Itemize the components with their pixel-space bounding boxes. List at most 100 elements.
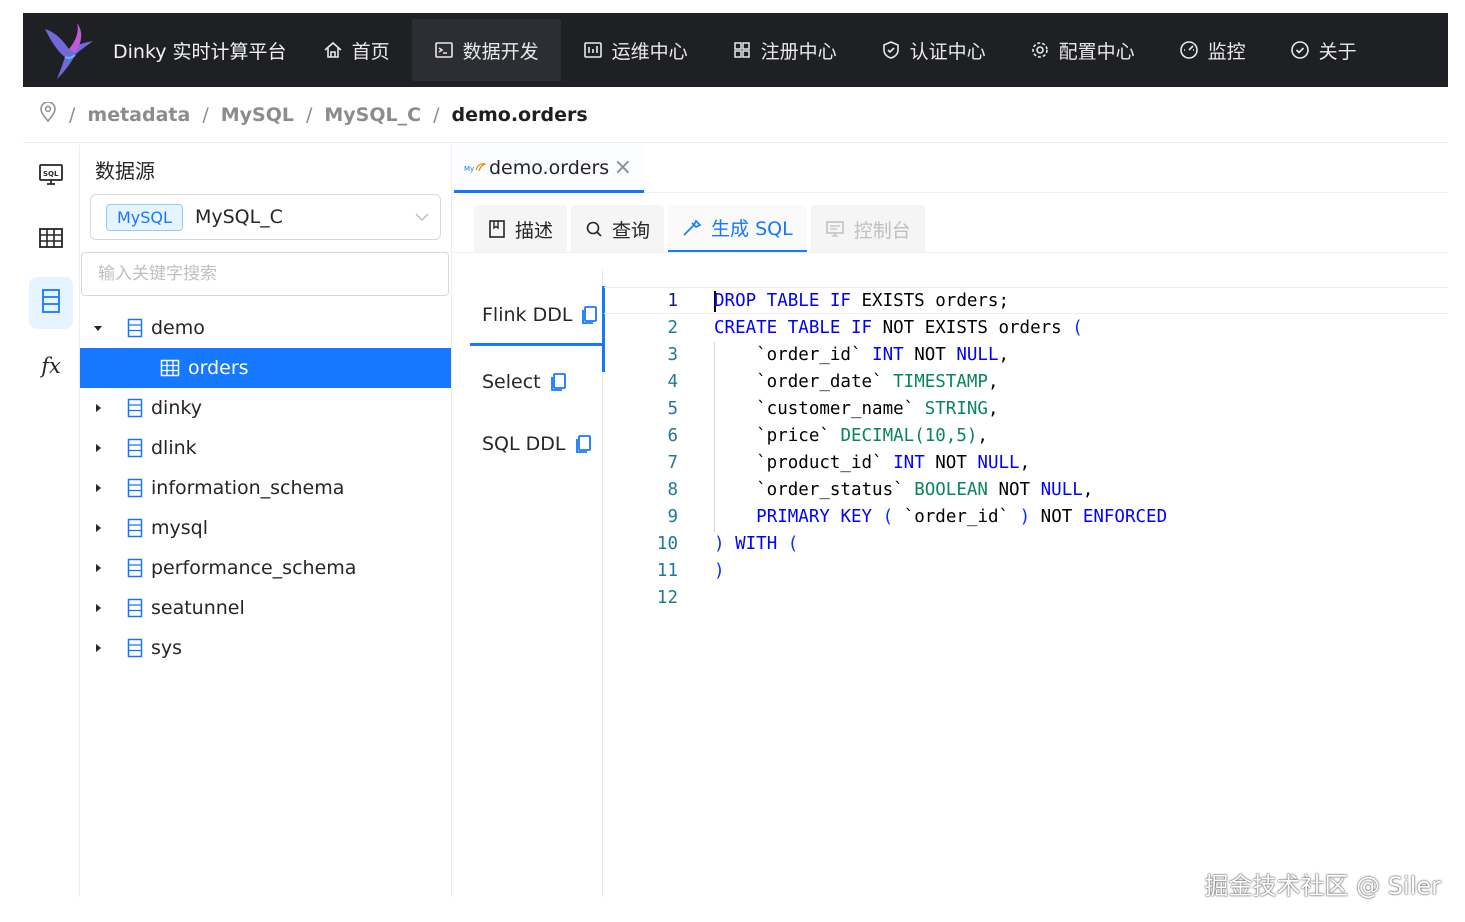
copy-icon[interactable] — [580, 305, 598, 325]
tree-node-information-schema[interactable]: information_schema — [80, 468, 451, 508]
rail-sql-button[interactable]: SQL — [29, 151, 73, 203]
database-icon — [40, 288, 62, 318]
tab-query[interactable]: 查询 — [571, 205, 665, 253]
caret-down-icon[interactable] — [80, 323, 115, 333]
code-line: 2 CREATE TABLE IF NOT EXISTS orders ( — [667, 317, 1083, 338]
breadcrumb-current: demo.orders — [451, 103, 588, 126]
database-tree: demo orders dinky dlink information_sche… — [80, 308, 451, 668]
caret-right-icon[interactable] — [80, 603, 115, 613]
tab-generate-sql[interactable]: 生成 SQL — [668, 205, 807, 253]
caret-right-icon[interactable] — [80, 443, 115, 453]
breadcrumb: / metadata / MySQL / MySQL_C / demo.orde… — [23, 87, 1448, 143]
tree-node-dinky[interactable]: dinky — [80, 388, 451, 428]
tree-node-orders[interactable]: orders — [80, 348, 451, 388]
tree-node-sys[interactable]: sys — [80, 628, 451, 668]
rail-function-button[interactable]: fx — [29, 340, 73, 392]
tab-select[interactable]: Select — [470, 352, 603, 412]
tree-node-dlink[interactable]: dlink — [80, 428, 451, 468]
mysql-logo-icon: My — [464, 161, 487, 175]
search-icon — [585, 220, 603, 238]
datasource-title: 数据源 — [95, 159, 155, 183]
caret-right-icon[interactable] — [80, 643, 115, 653]
copy-icon[interactable] — [574, 434, 592, 454]
ops-icon — [583, 40, 603, 60]
tab-sql-ddl[interactable]: SQL DDL — [470, 414, 603, 474]
dinky-logo[interactable] — [23, 13, 113, 87]
database-icon — [127, 518, 143, 538]
code-line: 7 `product_id` INT NOT NULL, — [667, 452, 1031, 473]
database-icon — [127, 638, 143, 658]
database-icon — [127, 438, 143, 458]
nav-registry[interactable]: 注册中心 — [710, 19, 859, 81]
app-title: Dinky 实时计算平台 — [113, 40, 287, 63]
subtabs-divider — [452, 252, 1448, 253]
search-input[interactable] — [81, 252, 449, 296]
nav-data-studio[interactable]: 数据开发 — [411, 19, 561, 81]
tree-node-demo[interactable]: demo — [80, 308, 451, 348]
top-navbar: Dinky 实时计算平台 首页 数据开发 运维中心 注册中心 认证中心 配置中心… — [23, 13, 1448, 87]
terminal-icon — [434, 40, 454, 60]
code-line: 1 DROP TABLE IF EXISTS orders; — [604, 287, 1448, 314]
caret-right-icon[interactable] — [80, 403, 115, 413]
svg-text:My: My — [464, 165, 474, 173]
gear-icon — [1030, 40, 1050, 60]
datasource-selected-value: MySQL_C — [194, 206, 283, 228]
detail-subtabs: 描述 查询 生成 SQL 控制台 — [474, 205, 925, 253]
code-line: 9 PRIMARY KEY ( `order_id` ) NOT ENFORCE… — [667, 506, 1168, 527]
tab-flink-ddl[interactable]: Flink DDL — [470, 286, 605, 372]
nav-home[interactable]: 首页 — [301, 19, 412, 81]
shield-icon — [881, 40, 901, 60]
database-icon — [127, 478, 143, 498]
left-icon-rail: SQL fx — [23, 145, 80, 897]
nav-monitor[interactable]: 监控 — [1157, 19, 1268, 81]
check-circle-icon — [1290, 40, 1310, 60]
nav-ops-center[interactable]: 运维中心 — [561, 19, 710, 81]
datasource-select[interactable]: MySQL MySQL_C — [90, 194, 441, 240]
code-line: 11 ) — [656, 560, 725, 581]
tree-node-seatunnel[interactable]: seatunnel — [80, 588, 451, 628]
code-line: 10 ) WITH ( — [656, 533, 799, 554]
rail-database-button[interactable] — [29, 277, 73, 329]
code-line: 6 `price` DECIMAL(10,5), — [667, 425, 988, 446]
location-pin-icon — [39, 101, 57, 127]
caret-right-icon[interactable] — [80, 483, 115, 493]
nav-config-center[interactable]: 配置中心 — [1008, 19, 1157, 81]
code-line: 3 `order_id` INT NOT NULL, — [667, 344, 1010, 365]
code-line: 4 `order_date` TIMESTAMP, — [667, 371, 999, 392]
copy-icon[interactable] — [549, 372, 567, 392]
nav-auth-center[interactable]: 认证中心 — [859, 19, 1008, 81]
tree-node-mysql[interactable]: mysql — [80, 508, 451, 548]
magic-wand-icon — [682, 219, 702, 237]
code-editor[interactable]: 1 DROP TABLE IF EXISTS orders; 2 CREATE … — [604, 285, 1448, 615]
file-tab-bar: My demo.orders × — [452, 145, 1448, 193]
file-tab-demo-orders[interactable]: My demo.orders × — [454, 145, 644, 193]
function-fx-icon: fx — [41, 354, 61, 378]
sql-monitor-icon: SQL — [38, 163, 64, 191]
caret-right-icon[interactable] — [80, 523, 115, 533]
tab-describe[interactable]: 描述 — [474, 205, 568, 253]
close-icon[interactable]: × — [614, 155, 632, 180]
table-icon — [38, 227, 64, 253]
tree-node-performance-schema[interactable]: performance_schema — [80, 548, 451, 588]
caret-right-icon[interactable] — [80, 563, 115, 573]
svg-text:SQL: SQL — [43, 170, 59, 178]
database-icon — [127, 398, 143, 418]
database-icon — [127, 558, 143, 578]
nav-about[interactable]: 关于 — [1268, 19, 1379, 81]
rail-table-button[interactable] — [29, 214, 73, 266]
home-icon — [323, 40, 343, 60]
datasource-type-tag: MySQL — [106, 203, 183, 231]
code-line: 12 — [656, 587, 678, 608]
dashboard-icon — [1179, 40, 1199, 60]
breadcrumb-mysql[interactable]: MySQL — [221, 104, 294, 126]
breadcrumb-mysql-c[interactable]: MySQL_C — [324, 104, 421, 126]
datasource-panel: 数据源 MySQL MySQL_C demo orders dinky — [80, 145, 452, 897]
watermark: 掘金技术社区 @ Siler — [1204, 872, 1441, 900]
tab-console[interactable]: 控制台 — [810, 205, 925, 253]
grid-icon — [732, 40, 752, 60]
chevron-down-icon — [414, 209, 430, 229]
code-line: 5 `customer_name` STRING, — [667, 398, 999, 419]
breadcrumb-metadata[interactable]: metadata — [87, 104, 190, 126]
database-icon — [127, 318, 143, 338]
code-line: 8 `order_status` BOOLEAN NOT NULL, — [667, 479, 1094, 500]
